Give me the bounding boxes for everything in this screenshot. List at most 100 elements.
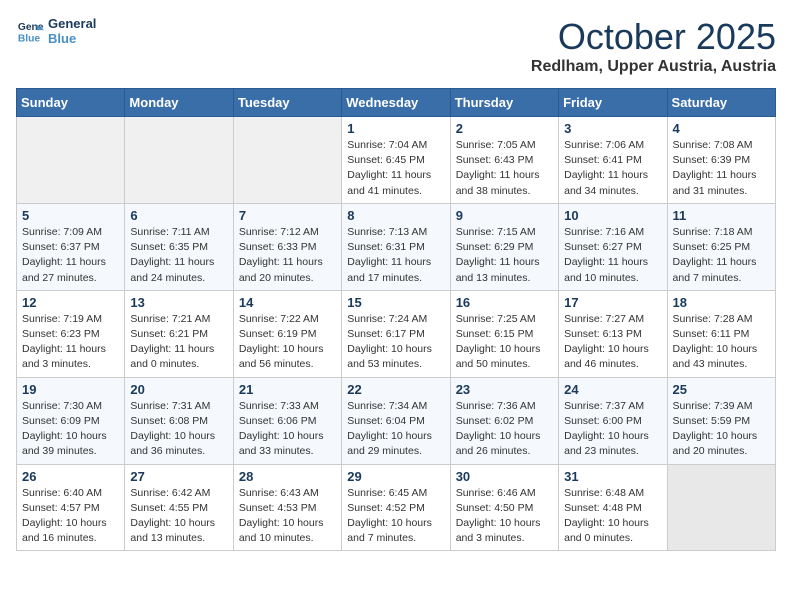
- calendar-cell: 30Sunrise: 6:46 AMSunset: 4:50 PMDayligh…: [450, 464, 558, 551]
- calendar-cell: [17, 117, 125, 204]
- day-info: Sunrise: 6:43 AMSunset: 4:53 PMDaylight:…: [239, 486, 336, 547]
- day-number: 14: [239, 295, 336, 310]
- calendar-cell: 10 Sunrise: 7:16 AMSunset: 6:27 PMDayligh…: [559, 203, 667, 290]
- calendar-week-2: 5 Sunrise: 7:09 AMSunset: 6:37 PMDaylight…: [17, 203, 776, 290]
- day-info: Sunrise: 6:42 AMSunset: 4:55 PMDaylight:…: [130, 486, 227, 547]
- day-info: Sunrise: 7:16 AMSunset: 6:27 PMDaylight:…: [564, 225, 661, 286]
- day-number: 6: [130, 208, 227, 223]
- calendar-cell: 19 Sunrise: 7:30 AMSunset: 6:09 PMDayligh…: [17, 377, 125, 464]
- calendar-cell: 23Sunrise: 7:36 AMSunset: 6:02 PMDayligh…: [450, 377, 558, 464]
- day-info: Sunrise: 7:25 AMSunset: 6:15 PMDaylight:…: [456, 312, 553, 373]
- calendar-cell: 31 Sunrise: 6:48 AMSunset: 4:48 PMDayligh…: [559, 464, 667, 551]
- day-info: Sunrise: 7:12 AMSunset: 6:33 PMDaylight:…: [239, 225, 336, 286]
- day-info: Sunrise: 6:46 AMSunset: 4:50 PMDaylight:…: [456, 486, 553, 547]
- day-number: 3: [564, 121, 661, 136]
- calendar-cell: 14 Sunrise: 7:22 AMSunset: 6:19 PMDayligh…: [233, 290, 341, 377]
- day-info: Sunrise: 7:15 AMSunset: 6:29 PMDaylight:…: [456, 225, 553, 286]
- day-info: Sunrise: 7:05 AMSunset: 6:43 PMDaylight:…: [456, 138, 553, 199]
- calendar-cell: 27Sunrise: 6:42 AMSunset: 4:55 PMDayligh…: [125, 464, 233, 551]
- calendar-cell: 5 Sunrise: 7:09 AMSunset: 6:37 PMDaylight…: [17, 203, 125, 290]
- day-number: 18: [673, 295, 770, 310]
- day-number: 29: [347, 469, 444, 484]
- day-info: Sunrise: 7:04 AMSunset: 6:45 PMDaylight:…: [347, 138, 444, 199]
- weekday-header-row: SundayMondayTuesdayWednesdayThursdayFrid…: [17, 89, 776, 117]
- calendar-cell: 29 Sunrise: 6:45 AMSunset: 4:52 PMDayligh…: [342, 464, 450, 551]
- day-info: Sunrise: 7:21 AMSunset: 6:21 PMDaylight:…: [130, 312, 227, 373]
- day-number: 25: [673, 382, 770, 397]
- day-info: Sunrise: 7:37 AMSunset: 6:00 PMDaylight:…: [564, 399, 661, 460]
- day-info: Sunrise: 7:22 AMSunset: 6:19 PMDaylight:…: [239, 312, 336, 373]
- logo-line2: Blue: [48, 31, 96, 46]
- calendar-cell: 8 Sunrise: 7:13 AMSunset: 6:31 PMDaylight…: [342, 203, 450, 290]
- day-info: Sunrise: 7:13 AMSunset: 6:31 PMDaylight:…: [347, 225, 444, 286]
- day-number: 9: [456, 208, 553, 223]
- day-info: Sunrise: 7:36 AMSunset: 6:02 PMDaylight:…: [456, 399, 553, 460]
- calendar-cell: 26Sunrise: 6:40 AMSunset: 4:57 PMDayligh…: [17, 464, 125, 551]
- weekday-header-saturday: Saturday: [667, 89, 775, 117]
- weekday-header-sunday: Sunday: [17, 89, 125, 117]
- calendar-cell: 17 Sunrise: 7:27 AMSunset: 6:13 PMDayligh…: [559, 290, 667, 377]
- day-number: 8: [347, 208, 444, 223]
- day-number: 16: [456, 295, 553, 310]
- calendar-cell: 21 Sunrise: 7:33 AMSunset: 6:06 PMDayligh…: [233, 377, 341, 464]
- day-info: Sunrise: 7:24 AMSunset: 6:17 PMDaylight:…: [347, 312, 444, 373]
- day-number: 21: [239, 382, 336, 397]
- calendar-cell: [233, 117, 341, 204]
- logo-line1: General: [48, 16, 96, 31]
- day-info: Sunrise: 7:27 AMSunset: 6:13 PMDaylight:…: [564, 312, 661, 373]
- page-header: General Blue General Blue October 2025 R…: [16, 16, 776, 76]
- calendar-cell: 9 Sunrise: 7:15 AMSunset: 6:29 PMDaylight…: [450, 203, 558, 290]
- day-number: 2: [456, 121, 553, 136]
- day-number: 13: [130, 295, 227, 310]
- logo: General Blue General Blue: [16, 16, 96, 46]
- day-info: Sunrise: 7:11 AMSunset: 6:35 PMDaylight:…: [130, 225, 227, 286]
- day-info: Sunrise: 7:31 AMSunset: 6:08 PMDaylight:…: [130, 399, 227, 460]
- weekday-header-friday: Friday: [559, 89, 667, 117]
- day-number: 22: [347, 382, 444, 397]
- day-number: 1: [347, 121, 444, 136]
- calendar-cell: 12Sunrise: 7:19 AMSunset: 6:23 PMDayligh…: [17, 290, 125, 377]
- day-number: 19: [22, 382, 119, 397]
- calendar-cell: 15Sunrise: 7:24 AMSunset: 6:17 PMDayligh…: [342, 290, 450, 377]
- month-title: October 2025: [531, 16, 776, 58]
- day-info: Sunrise: 7:39 AMSunset: 5:59 PMDaylight:…: [673, 399, 770, 460]
- calendar-cell: [667, 464, 775, 551]
- calendar-week-4: 19 Sunrise: 7:30 AMSunset: 6:09 PMDayligh…: [17, 377, 776, 464]
- calendar-cell: 18 Sunrise: 7:28 AMSunset: 6:11 PMDayligh…: [667, 290, 775, 377]
- day-number: 17: [564, 295, 661, 310]
- day-info: Sunrise: 6:45 AMSunset: 4:52 PMDaylight:…: [347, 486, 444, 547]
- calendar-cell: 20Sunrise: 7:31 AMSunset: 6:08 PMDayligh…: [125, 377, 233, 464]
- day-number: 11: [673, 208, 770, 223]
- day-info: Sunrise: 7:30 AMSunset: 6:09 PMDaylight:…: [22, 399, 119, 460]
- calendar-cell: 11 Sunrise: 7:18 AMSunset: 6:25 PMDayligh…: [667, 203, 775, 290]
- day-info: Sunrise: 6:48 AMSunset: 4:48 PMDaylight:…: [564, 486, 661, 547]
- calendar-cell: 7 Sunrise: 7:12 AMSunset: 6:33 PMDaylight…: [233, 203, 341, 290]
- day-number: 26: [22, 469, 119, 484]
- day-number: 5: [22, 208, 119, 223]
- calendar-cell: 13 Sunrise: 7:21 AMSunset: 6:21 PMDayligh…: [125, 290, 233, 377]
- day-info: Sunrise: 7:09 AMSunset: 6:37 PMDaylight:…: [22, 225, 119, 286]
- day-number: 7: [239, 208, 336, 223]
- calendar-cell: 1 Sunrise: 7:04 AMSunset: 6:45 PMDaylight…: [342, 117, 450, 204]
- calendar-week-5: 26Sunrise: 6:40 AMSunset: 4:57 PMDayligh…: [17, 464, 776, 551]
- day-number: 12: [22, 295, 119, 310]
- day-number: 31: [564, 469, 661, 484]
- day-number: 10: [564, 208, 661, 223]
- day-info: Sunrise: 7:34 AMSunset: 6:04 PMDaylight:…: [347, 399, 444, 460]
- weekday-header-wednesday: Wednesday: [342, 89, 450, 117]
- calendar-week-3: 12Sunrise: 7:19 AMSunset: 6:23 PMDayligh…: [17, 290, 776, 377]
- day-info: Sunrise: 7:08 AMSunset: 6:39 PMDaylight:…: [673, 138, 770, 199]
- day-info: Sunrise: 7:06 AMSunset: 6:41 PMDaylight:…: [564, 138, 661, 199]
- calendar-cell: 24Sunrise: 7:37 AMSunset: 6:00 PMDayligh…: [559, 377, 667, 464]
- calendar-cell: 2 Sunrise: 7:05 AMSunset: 6:43 PMDaylight…: [450, 117, 558, 204]
- weekday-header-monday: Monday: [125, 89, 233, 117]
- day-info: Sunrise: 7:33 AMSunset: 6:06 PMDaylight:…: [239, 399, 336, 460]
- weekday-header-thursday: Thursday: [450, 89, 558, 117]
- calendar-cell: 28Sunrise: 6:43 AMSunset: 4:53 PMDayligh…: [233, 464, 341, 551]
- title-block: October 2025 Redlham, Upper Austria, Aus…: [531, 16, 776, 76]
- calendar-cell: 25 Sunrise: 7:39 AMSunset: 5:59 PMDayligh…: [667, 377, 775, 464]
- calendar-cell: 3 Sunrise: 7:06 AMSunset: 6:41 PMDaylight…: [559, 117, 667, 204]
- day-info: Sunrise: 7:18 AMSunset: 6:25 PMDaylight:…: [673, 225, 770, 286]
- day-info: Sunrise: 7:28 AMSunset: 6:11 PMDaylight:…: [673, 312, 770, 373]
- calendar-cell: 6 Sunrise: 7:11 AMSunset: 6:35 PMDaylight…: [125, 203, 233, 290]
